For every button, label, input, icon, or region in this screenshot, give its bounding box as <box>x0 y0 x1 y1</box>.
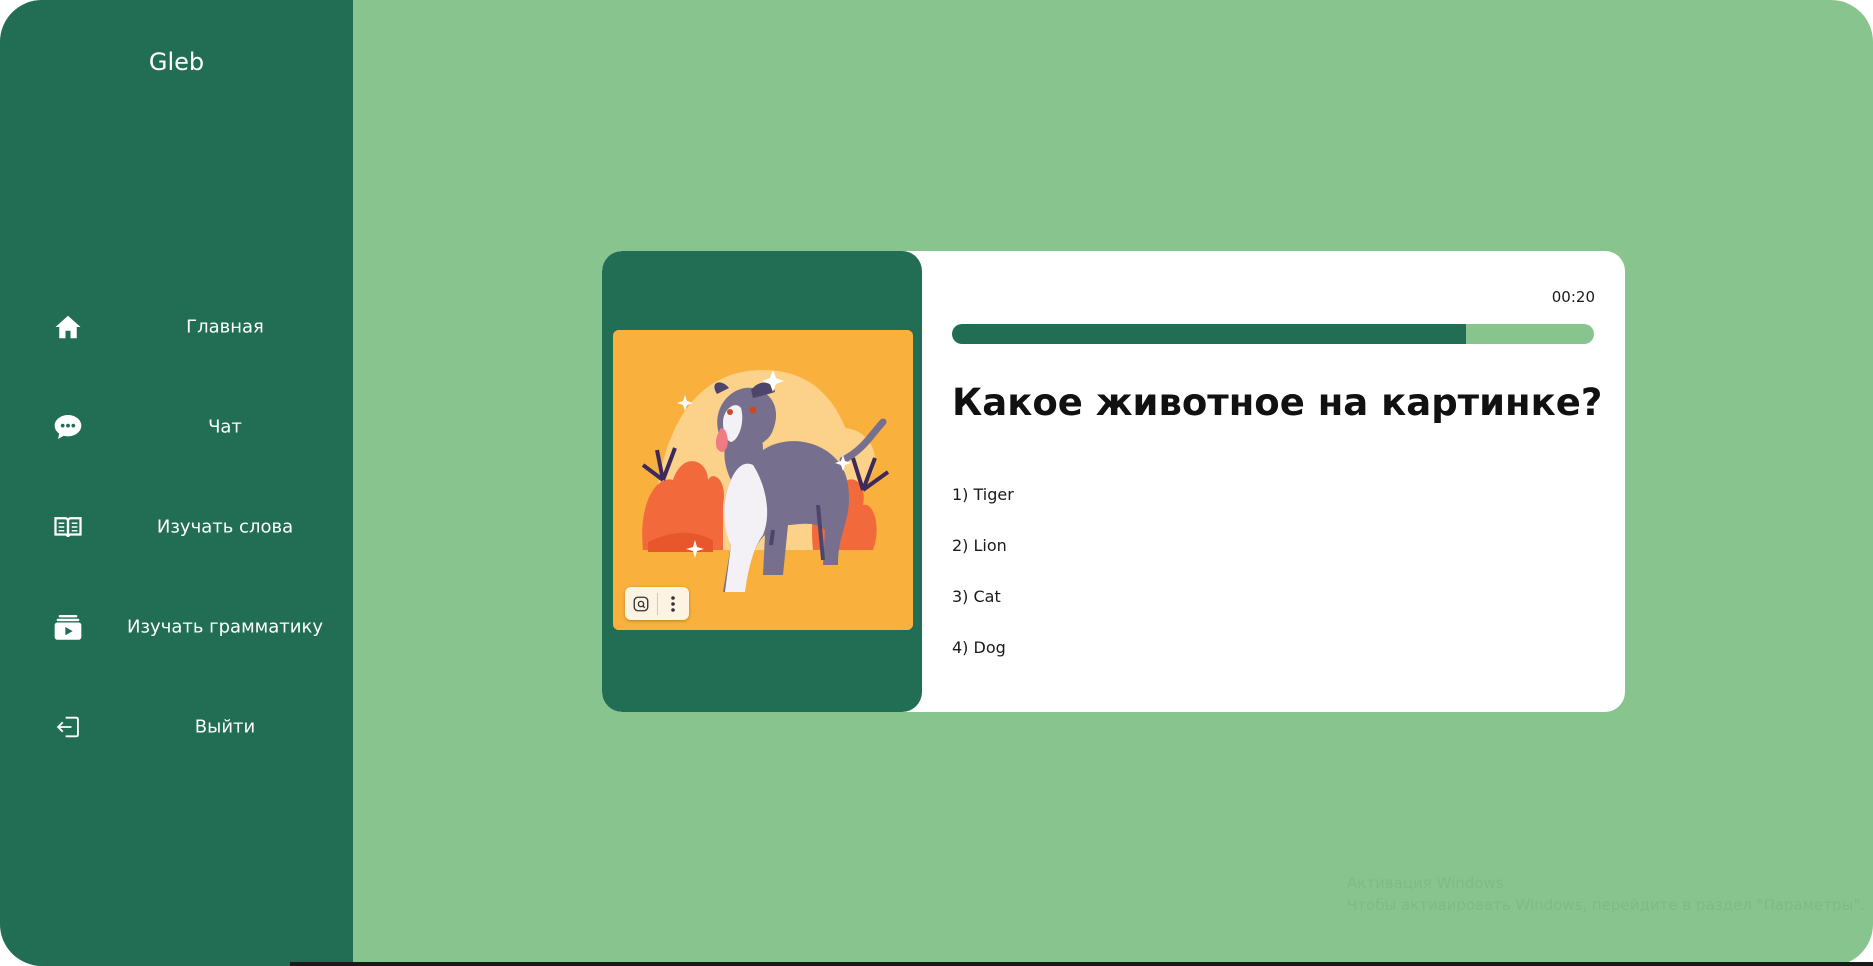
sidebar-item-label: Выйти <box>194 716 256 738</box>
answer-option-4[interactable]: 4) Dog <box>952 638 1006 657</box>
timer-progress-fill <box>952 324 1466 344</box>
answer-option-3[interactable]: 3) Cat <box>952 587 1001 606</box>
user-name: Gleb <box>148 48 205 76</box>
bottom-edge <box>290 962 1873 966</box>
watermark-title: Активация Windows <box>1347 874 1504 892</box>
sidebar: Gleb Главная Чат Изучать слова Изучать г… <box>0 0 353 966</box>
image-panel <box>602 251 922 712</box>
question-text: Какое животное на картинке? <box>952 381 1603 424</box>
windows-activation-watermark: Активация Windows Чтобы активировать Win… <box>1347 872 1865 916</box>
sidebar-item-label: Чат <box>208 416 242 438</box>
watermark-text: Чтобы активировать Windows, перейдите в … <box>1347 896 1865 914</box>
answer-option-2[interactable]: 2) Lion <box>952 536 1007 555</box>
home-icon <box>51 310 85 344</box>
timer-progress-bar <box>952 324 1594 344</box>
logout-icon <box>51 710 85 744</box>
sidebar-item-chat[interactable]: Чат <box>0 397 353 457</box>
dog-illustration <box>613 330 913 630</box>
app-window: Gleb Главная Чат Изучать слова Изучать г… <box>0 0 1873 966</box>
more-options-icon[interactable] <box>657 587 689 620</box>
book-icon <box>51 510 85 544</box>
chat-icon <box>51 410 85 444</box>
visual-search-icon[interactable] <box>625 587 657 620</box>
sidebar-item-learn-grammar[interactable]: Изучать грамматику <box>0 597 353 657</box>
answer-option-1[interactable]: 1) Tiger <box>952 485 1014 504</box>
quiz-card: 00:20 Какое животное на картинке? 1) Tig… <box>602 251 1625 712</box>
sidebar-item-label: Изучать грамматику <box>127 616 323 638</box>
timer: 00:20 <box>1551 288 1595 306</box>
sidebar-item-learn-words[interactable]: Изучать слова <box>0 497 353 557</box>
image-tools-bar <box>625 587 689 620</box>
sidebar-item-label: Главная <box>186 316 264 338</box>
sidebar-item-logout[interactable]: Выйти <box>0 697 353 757</box>
sidebar-item-home[interactable]: Главная <box>0 297 353 357</box>
quiz-image <box>613 330 913 630</box>
sidebar-item-label: Изучать слова <box>156 516 294 538</box>
video-lesson-icon <box>51 610 85 644</box>
